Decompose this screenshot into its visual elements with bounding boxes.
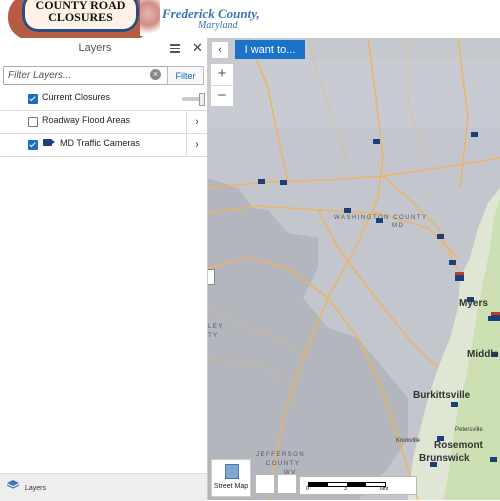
filter-layers-input[interactable] [3, 66, 171, 85]
layer-label: Roadway Flood Areas [42, 115, 131, 125]
layers-tab[interactable]: Layers [4, 477, 47, 499]
map-bottom-toolbar: Street Map 0 3 6mi [211, 459, 417, 497]
i-want-to-button[interactable]: I want to... [235, 40, 305, 59]
collapse-panel-button[interactable]: ‹ [212, 42, 228, 58]
map-pin-icon [225, 464, 239, 479]
clear-icon[interactable]: × [150, 69, 161, 80]
zoom-out-button[interactable]: − [211, 86, 233, 107]
app-header: COUNTY ROAD CLOSURES Frederick County, M… [0, 0, 500, 39]
layer-row-current-closures[interactable]: Current Closures [0, 88, 207, 111]
zoom-in-button[interactable]: + [211, 64, 233, 86]
scale-label: 6mi [380, 486, 389, 492]
roadway-flood-areas-checkbox[interactable] [28, 117, 38, 127]
town-label: Myers [459, 298, 488, 309]
basemap-label: Street Map [213, 483, 249, 490]
print-map-icon[interactable] [277, 474, 297, 494]
town-label: Rosemont [434, 440, 483, 451]
overview-map-icon[interactable] [255, 474, 275, 494]
panel-footer: Layers [0, 473, 207, 501]
layer-label: MD Traffic Cameras [60, 138, 140, 148]
logo-line-2: CLOSURES [48, 10, 113, 24]
zoom-control: + − [210, 63, 234, 107]
layer-label: Current Closures [42, 92, 111, 102]
chevron-right-icon[interactable]: › [186, 134, 207, 156]
scale-label: 3 [344, 486, 347, 492]
town-label: Burkittsville [413, 390, 471, 401]
close-icon[interactable]: ✕ [192, 40, 203, 56]
menu-icon[interactable] [170, 44, 180, 53]
md-traffic-cameras-checkbox[interactable] [28, 140, 38, 150]
scale-bar: 0 3 6mi [299, 476, 417, 495]
layers-panel: Layers ✕ × Filter Current Closures Roadw… [0, 38, 208, 501]
camera-icon [43, 139, 55, 146]
panel-resize-handle[interactable] [208, 269, 215, 285]
county-road-closures-logo: COUNTY ROAD CLOSURES [8, 0, 153, 38]
layer-row-roadway-flood-areas[interactable]: Roadway Flood Areas › [0, 111, 207, 134]
filter-button[interactable]: Filter [167, 66, 204, 85]
opacity-slider[interactable] [182, 93, 205, 106]
layers-stack-icon [7, 480, 19, 489]
county-label: LEY [208, 324, 224, 330]
county-label: WASHINGTON COUNTY [334, 215, 428, 221]
layer-row-md-traffic-cameras[interactable]: MD Traffic Cameras › [0, 134, 207, 157]
county-label: JEFFERSON [256, 452, 306, 458]
layers-tab-label: Layers [25, 485, 47, 492]
town-label: Petersville [455, 427, 483, 433]
county-label: MD [392, 223, 405, 229]
county-label: TY [208, 333, 219, 339]
panel-title: Layers [78, 42, 112, 54]
chevron-right-icon[interactable]: › [186, 111, 207, 133]
current-closures-checkbox[interactable] [28, 94, 38, 104]
county-state: Maryland [198, 20, 238, 31]
county-seal-icon [140, 0, 160, 36]
map-view[interactable]: ‹ I want to... + − WASHINGTON COUNTY MD … [208, 38, 500, 500]
town-label: Middle [467, 349, 499, 360]
town-label: Knoxville [396, 438, 421, 444]
town-label: Brunswick [419, 453, 470, 464]
basemap-button[interactable]: Street Map [211, 459, 251, 497]
scale-label: 0 [306, 486, 309, 492]
